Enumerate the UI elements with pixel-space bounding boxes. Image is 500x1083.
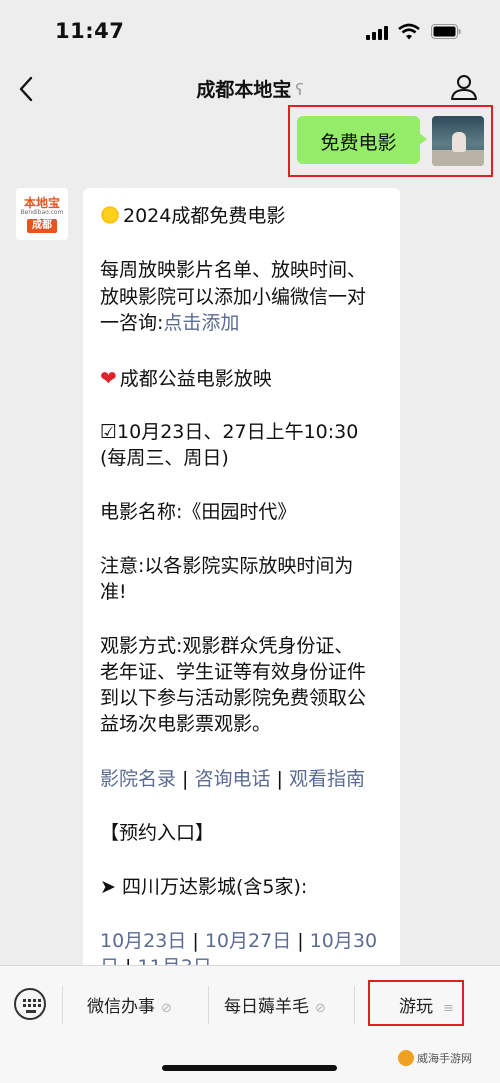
message-line: 【预约入口】 [100,822,215,844]
menu-divider [354,986,355,1024]
link-icon: ⊘ [161,1001,172,1016]
ear-icon: ʕ [295,80,304,99]
watermark-logo-icon [398,1050,414,1066]
add-wechat-link[interactable]: 点击添加 [163,312,239,334]
avatar-wall [432,150,484,166]
menu-divider [62,986,63,1024]
message-line: 注意:以各影院实际放映时间为 [100,555,354,577]
status-time: 11:47 [55,19,125,43]
message-line: 2024成都免费电影 [100,203,285,229]
message-line: 每周放映影片名单、放映时间、 [100,259,367,281]
sun-icon [100,205,120,225]
watermark-text: 威海手游网 [417,1052,472,1065]
avatar-figure [452,132,466,152]
outgoing-message-text: 免费电影 [320,132,397,154]
heart-icon: ❤ [100,366,117,390]
message-line: 观影方式:观影群众凭身份证、 [100,635,354,657]
battery-icon [431,24,461,39]
status-bar: 11:47 [0,0,500,64]
guide-link[interactable]: 观看指南 [289,768,365,790]
menu-divider [208,986,209,1024]
incoming-message-bubble: 2024成都免费电影 每周放映影片名单、放映时间、 放映影院可以添加小编微信一对… [83,188,400,978]
menu-item-label: 微信办事 [87,997,155,1017]
message-line: ☑10月23日、27日上午10:30 [100,421,359,443]
wifi-icon [398,23,420,40]
message-line: ❤ 成都公益电影放映 [100,365,272,392]
message-line: 到以下参与活动影院免费领取公 [100,687,367,709]
link-separator: | [270,768,289,790]
date-link[interactable]: 10月23日 [100,930,186,952]
home-indicator[interactable] [162,1065,337,1071]
link-separator: | [186,930,205,952]
date-link[interactable]: 10月27日 [205,930,291,952]
cinema-list-link[interactable]: 影院名录 [100,768,176,790]
highlight-box [368,980,464,1026]
link-separator: | [176,768,195,790]
inline-text: 一咨询: [100,312,164,334]
message-line: 影院名录 | 咨询电话 | 观看指南 [100,766,365,792]
logo-domain: Bendibao.com [20,209,64,216]
link-icon: ⊘ [315,1001,326,1016]
profile-icon[interactable] [450,73,478,101]
message-line: 一咨询:点击添加 [100,310,239,336]
menu-item-daily-deals[interactable]: 每日薅羊毛 ⊘ [224,992,326,1017]
message-line: 电影名称:《田园时代》 [100,501,297,523]
hotline-link[interactable]: 咨询电话 [195,768,271,790]
message-line: 10月23日 | 10月27日 | 10月30 [100,928,377,954]
chat-title-text: 成都本地宝 [196,79,292,101]
account-avatar[interactable]: 本地宝 Bendibao.com 成都 [16,188,68,240]
message-line: ➤ 四川万达影城(含5家): [100,876,308,898]
menu-item-label: 每日薅羊毛 [224,997,309,1017]
message-line: (每周三、周日) [100,447,229,469]
watermark: 威海手游网 [398,1050,472,1066]
chat-title: 成都本地宝 ʕ [0,75,500,102]
message-line: 放映影院可以添加小编微信一对 [100,286,367,308]
user-avatar[interactable] [432,116,484,166]
headline: 2024成都免费电影 [123,205,286,227]
menu-item-wechat-services[interactable]: 微信办事 ⊘ [87,992,172,1017]
message-line: 老年证、学生证等有效身份证件 [100,661,367,683]
message-line: 准! [100,581,127,603]
logo-city: 成都 [27,219,57,233]
link-separator: | [291,930,310,952]
date-link[interactable]: 10月30 [310,930,377,952]
section-heading: 成都公益电影放映 [119,368,272,390]
keyboard-icon[interactable] [14,988,46,1020]
outgoing-message-bubble[interactable]: 免费电影 [297,116,427,164]
signal-icon [366,26,390,40]
message-line: 益场次电影票观影。 [100,713,272,735]
